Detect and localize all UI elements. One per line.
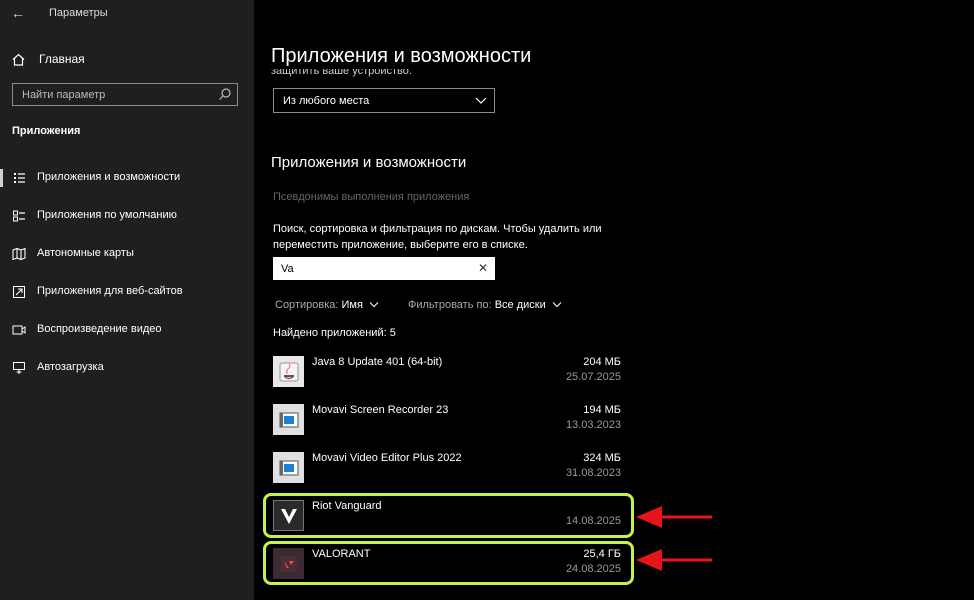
highlight-box-riot-vanguard xyxy=(263,493,634,538)
app-size: 324 МБ xyxy=(583,452,621,464)
app-filter-input[interactable] xyxy=(281,261,461,276)
settings-search-box[interactable] xyxy=(12,83,238,106)
video-playback-icon xyxy=(12,325,26,335)
sidebar-item-default-apps[interactable]: Приложения по умолчанию xyxy=(0,203,254,229)
movavi-editor-icon xyxy=(273,452,304,483)
settings-search-input[interactable] xyxy=(22,87,212,102)
window-title: Параметры xyxy=(49,7,108,19)
default-apps-icon xyxy=(13,210,25,222)
sidebar-item-video-playback[interactable]: Воспроизведение видео xyxy=(0,317,254,343)
app-filter-box[interactable]: ✕ xyxy=(273,257,495,280)
highlight-box-valorant xyxy=(263,541,634,585)
apps-features-icon xyxy=(14,173,25,183)
filter-label: Фильтровать по: xyxy=(408,299,492,311)
filter-value: Все диски xyxy=(494,299,546,311)
offline-maps-icon xyxy=(12,247,26,261)
install-source-value: Из любого места xyxy=(283,95,370,107)
partially-hidden-text: защитить ваше устройство. xyxy=(271,69,412,79)
home-label: Главная xyxy=(39,52,85,66)
app-name: Movavi Screen Recorder 23 xyxy=(312,404,449,416)
sidebar-item-label: Приложения для веб-сайтов xyxy=(37,285,183,297)
active-indicator xyxy=(0,169,3,187)
apps-for-websites-icon xyxy=(13,286,25,298)
sidebar-item-label: Автономные карты xyxy=(37,247,134,259)
startup-icon xyxy=(13,362,25,374)
title-bar: ← Параметры xyxy=(0,0,254,28)
app-date: 31.08.2023 xyxy=(565,467,621,479)
java-icon xyxy=(273,356,304,387)
clear-icon[interactable]: ✕ xyxy=(478,261,488,275)
found-count: Найдено приложений: 5 xyxy=(273,327,396,339)
main-content: Приложения и возможности защитить ваше у… xyxy=(254,0,974,600)
chevron-down-icon xyxy=(552,302,562,308)
search-description: Поиск, сортировка и фильтрация по дискам… xyxy=(273,223,602,251)
sidebar-item-apps-for-websites[interactable]: Приложения для веб-сайтов xyxy=(0,279,254,305)
chevron-down-icon xyxy=(475,97,487,104)
search-icon[interactable] xyxy=(218,87,232,101)
home-link[interactable]: Главная xyxy=(12,49,85,69)
sort-label: Сортировка: xyxy=(275,299,339,311)
app-name: Java 8 Update 401 (64-bit) xyxy=(312,356,443,368)
app-size: 194 МБ xyxy=(583,404,621,416)
sidebar-section-title: Приложения xyxy=(12,125,81,137)
sort-control[interactable]: Сортировка: Имя xyxy=(275,299,379,311)
red-arrow-icon xyxy=(636,549,712,571)
app-date: 25.07.2025 xyxy=(565,371,621,383)
sort-value: Имя xyxy=(341,299,363,311)
section-title: Приложения и возможности xyxy=(271,154,467,171)
home-icon xyxy=(12,53,25,66)
app-execution-aliases-link[interactable]: Псевдонимы выполнения приложения xyxy=(273,191,469,203)
chevron-down-icon xyxy=(369,302,379,308)
sidebar-item-label: Воспроизведение видео xyxy=(37,323,162,335)
red-arrow-icon xyxy=(636,506,712,528)
back-arrow-icon[interactable]: ← xyxy=(11,5,25,21)
sidebar-item-label: Автозагрузка xyxy=(37,361,104,373)
app-list-item-java[interactable]: Java 8 Update 401 (64-bit) 204 МБ 25.07.… xyxy=(273,353,623,393)
app-name: Movavi Video Editor Plus 2022 xyxy=(312,452,462,464)
sidebar-item-apps-features[interactable]: Приложения и возможности xyxy=(0,165,254,191)
sidebar: ← Параметры Главная Приложения Приложени… xyxy=(0,0,254,600)
sidebar-item-startup[interactable]: Автозагрузка xyxy=(0,355,254,381)
app-size: 204 МБ xyxy=(583,356,621,368)
install-source-dropdown[interactable]: Из любого места xyxy=(273,88,495,113)
partially-hidden-text-content: защитить ваше устройство. xyxy=(271,69,412,77)
app-list-item-movavi-editor[interactable]: Movavi Video Editor Plus 2022 324 МБ 31.… xyxy=(273,449,623,489)
sidebar-item-label: Приложения и возможности xyxy=(37,171,181,183)
app-list-item-movavi-recorder[interactable]: Movavi Screen Recorder 23 194 МБ 13.03.2… xyxy=(273,401,623,441)
sidebar-item-offline-maps[interactable]: Автономные карты xyxy=(0,241,254,267)
movavi-recorder-icon xyxy=(273,404,304,435)
sidebar-item-label: Приложения по умолчанию xyxy=(37,209,177,221)
app-date: 13.03.2023 xyxy=(565,419,621,431)
page-title: Приложения и возможности xyxy=(271,45,532,67)
drive-filter-control[interactable]: Фильтровать по: Все диски xyxy=(408,299,562,311)
